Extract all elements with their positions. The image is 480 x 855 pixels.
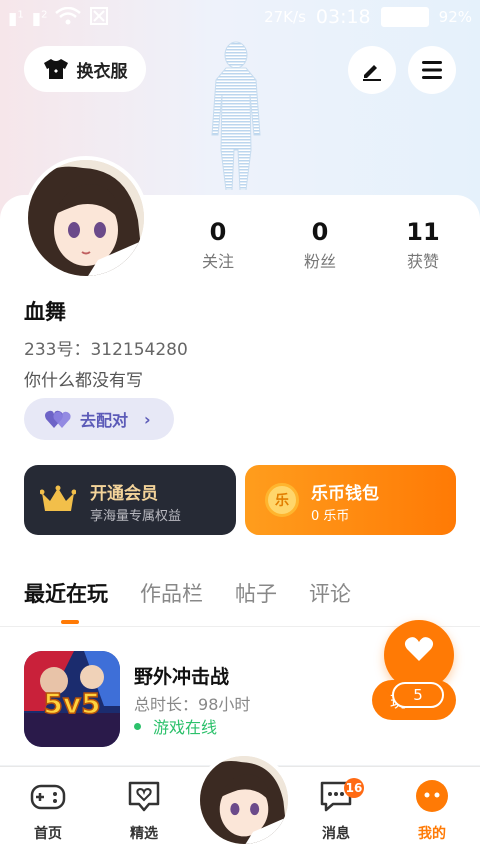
battery-icon: [380, 7, 429, 27]
change-outfit-button[interactable]: 换衣服: [24, 46, 146, 92]
game-name: 野外冲击战: [134, 666, 230, 688]
nav-home[interactable]: 首页: [8, 777, 88, 843]
following-label: 关注: [201, 252, 234, 271]
status-bar: ▮1 ▮2 27K/s 03:18 92%: [0, 0, 480, 34]
center-avatar-image: [200, 756, 288, 844]
online-dot-icon: [134, 722, 141, 730]
shirt-icon: [43, 59, 68, 79]
like-float-button[interactable]: [384, 620, 454, 690]
edit-icon: [363, 65, 381, 81]
user-name: 血舞: [24, 300, 66, 324]
game-online-status: 游戏在线: [134, 714, 217, 738]
user-id-label: 233号: [24, 340, 74, 360]
online-status-label: 游戏在线: [153, 718, 218, 737]
game-icon-text: 5v5: [43, 687, 100, 720]
likes-count: 11: [406, 218, 440, 246]
edit-profile-button[interactable]: [348, 46, 396, 94]
tab-posts[interactable]: 帖子: [235, 578, 277, 608]
nav-messages[interactable]: 消息: [296, 777, 376, 843]
playtime-value: 98小时: [198, 695, 251, 714]
game-art: 5v5: [24, 651, 120, 747]
nav-mine[interactable]: 我的: [392, 777, 472, 843]
nav-featured-label: 精选: [130, 826, 158, 842]
nav-featured[interactable]: 精选: [104, 777, 184, 843]
user-id-separator: ：: [73, 340, 91, 360]
active-tab-indicator: [61, 620, 79, 624]
match-label: 去配对: [80, 411, 129, 430]
battery-percent: 92%: [438, 8, 472, 26]
wallet-balance: 0 乐币: [311, 509, 350, 524]
menu-icon: [422, 61, 442, 79]
user-bio: 你什么都没有写: [24, 371, 143, 391]
nav-messages-label: 消息: [322, 826, 350, 842]
notification-icon: [89, 6, 109, 31]
user-id: 233号：312154280: [24, 335, 188, 360]
featured-heart-icon: [128, 781, 160, 812]
avatar-image: [28, 160, 144, 276]
heart-icon: [404, 637, 434, 661]
wallet-card[interactable]: 乐 乐币钱包 0 乐币: [245, 465, 456, 535]
double-heart-icon: [45, 410, 71, 428]
likes-stat[interactable]: 11 获赞: [383, 218, 463, 272]
nav-mine-label: 我的: [418, 826, 446, 842]
followers-stat[interactable]: 0 粉丝: [280, 218, 360, 272]
tab-recent-played[interactable]: 最近在玩: [24, 578, 108, 608]
wifi-icon: [55, 6, 82, 30]
coin-icon: 乐: [265, 483, 299, 517]
change-outfit-label: 换衣服: [76, 61, 128, 82]
chevron-right-icon: ›: [144, 409, 151, 429]
following-stat[interactable]: 0 关注: [178, 218, 258, 272]
likes-label: 获赞: [406, 252, 439, 271]
tab-comments[interactable]: 评论: [309, 578, 351, 608]
followers-label: 粉丝: [303, 252, 336, 271]
profile-tabs: 最近在玩 作品栏 帖子 评论: [24, 578, 351, 608]
user-id-value: 312154280: [90, 340, 188, 360]
wallet-title: 乐币钱包: [311, 484, 379, 504]
following-count: 0: [209, 218, 227, 246]
profile-face-icon: [416, 780, 448, 812]
like-count-badge: 5: [392, 682, 444, 708]
followers-count: 0: [311, 218, 329, 246]
signal-icon-2: ▮2: [31, 8, 48, 29]
clock: 03:18: [315, 6, 371, 28]
messages-badge: 16: [344, 778, 364, 798]
vip-membership-card[interactable]: 开通会员 享海量专属权益: [24, 465, 236, 535]
avatar-figure-illustration: [211, 41, 261, 190]
crown-icon: [40, 485, 76, 511]
game-icon[interactable]: 5v5: [24, 651, 120, 747]
playtime-label: 总时长：: [134, 695, 199, 714]
vip-subtitle: 享海量专属权益: [90, 509, 182, 524]
game-playtime: 总时长：98小时: [134, 691, 250, 715]
nav-center-avatar[interactable]: [196, 752, 292, 848]
network-speed: 27K/s: [264, 8, 306, 26]
vip-title: 开通会员: [90, 484, 158, 504]
signal-icon: ▮1: [8, 8, 24, 29]
tab-works[interactable]: 作品栏: [140, 578, 203, 608]
menu-button[interactable]: [408, 46, 456, 94]
user-avatar[interactable]: [24, 156, 148, 280]
match-button[interactable]: 去配对 ›: [24, 398, 174, 440]
coin-char: 乐: [275, 493, 289, 509]
nav-home-label: 首页: [34, 826, 62, 842]
gamepad-icon: [30, 784, 66, 810]
